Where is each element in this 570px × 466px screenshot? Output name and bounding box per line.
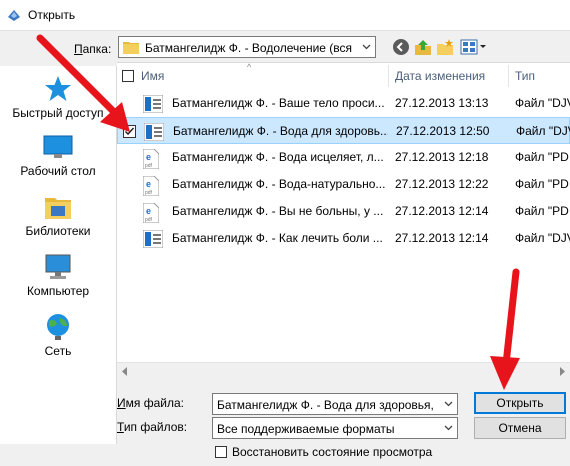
pdf-file-icon: epdf [142, 175, 160, 197]
filetype-value: Все поддерживаемые форматы [217, 422, 395, 436]
app-icon [8, 10, 20, 21]
pdf-file-icon: epdf [142, 202, 160, 224]
file-type: Файл "PD [515, 150, 569, 164]
title-bar: Открыть [0, 0, 570, 31]
column-divider[interactable] [388, 65, 389, 87]
scroll-left-icon[interactable] [121, 367, 129, 376]
djvu-file-icon [143, 122, 165, 142]
filetype-label: Тип файлов: [117, 420, 188, 434]
row-checkbox-checked-icon[interactable] [123, 125, 136, 138]
file-date: 27.12.2013 12:22 [395, 177, 489, 191]
file-name: Батмангелидж Ф. - Как лечить боли ... [172, 231, 383, 245]
file-name: Батмангелидж Ф. - Вода для здоровь... [173, 124, 388, 138]
file-date: 27.12.2013 12:14 [395, 204, 489, 218]
star-icon [45, 76, 71, 101]
place-computer[interactable]: Компьютер [0, 252, 116, 298]
file-date: 27.12.2013 12:14 [395, 231, 489, 245]
restore-view-checkbox[interactable] [215, 446, 227, 458]
filename-value: Батмангелидж Ф. - Вода для здоровья, 20 [217, 398, 437, 412]
desktop-icon [43, 135, 73, 158]
window-title: Открыть [28, 8, 76, 22]
column-header: ^ Имя Дата изменения Тип [117, 63, 570, 89]
select-all-checkbox[interactable] [122, 70, 134, 82]
svg-text:e: e [146, 206, 151, 216]
file-name: Батмангелидж Ф. - Ваше тело проси... [172, 96, 385, 110]
sort-caret-icon: ^ [247, 62, 252, 72]
horizontal-scrollbar[interactable] [117, 362, 570, 380]
place-label: Компьютер [26, 284, 90, 298]
filetype-select[interactable]: Все поддерживаемые форматы [212, 417, 458, 439]
file-name: Батмангелидж Ф. - Вода исцеляет, л... [172, 150, 384, 164]
folder-value: Батмангелидж Ф. - Водолечение (вся сери [145, 41, 353, 55]
chevron-down-icon[interactable] [444, 399, 453, 408]
column-divider[interactable] [508, 65, 509, 87]
column-name[interactable]: Имя [141, 69, 164, 83]
file-type: Файл "PD [515, 177, 569, 191]
view-menu-icon[interactable] [460, 38, 488, 56]
file-row[interactable]: e pdf Батмангелидж Ф. - Вы не больны, у ..… [117, 198, 570, 225]
file-row[interactable]: Батмангелидж Ф. - Вода для здоровь... 27.… [117, 117, 570, 144]
file-row[interactable]: Батмангелидж Ф. - Ваше тело проси... 27.1… [117, 90, 570, 117]
file-list[interactable]: ^ Имя Дата изменения Тип Батмангелидж Ф.… [117, 62, 570, 363]
network-icon [47, 314, 69, 340]
djvu-file-icon [142, 229, 164, 249]
svg-text:pdf: pdf [145, 190, 153, 196]
computer-icon [45, 254, 71, 279]
open-button[interactable]: Открыть [474, 392, 566, 414]
new-folder-icon[interactable] [436, 38, 454, 56]
place-libraries[interactable]: Библиотеки [0, 192, 116, 238]
file-row[interactable]: e pdf Батмангелидж Ф. - Вода исцеляет, л..… [117, 144, 570, 171]
file-name: Батмангелидж Ф. - Вы не больны, у ... [172, 204, 384, 218]
svg-text:e: e [146, 152, 151, 162]
file-date: 27.12.2013 12:18 [395, 150, 489, 164]
svg-text:pdf: pdf [145, 217, 153, 223]
file-name: Батмангелидж Ф. - Вода-натурально... [172, 177, 386, 191]
file-type: Файл "PD [515, 204, 569, 218]
folder-combo[interactable]: Батмангелидж Ф. - Водолечение (вся сери [118, 36, 376, 58]
file-type: Файл "DJV [515, 96, 570, 110]
file-row[interactable]: Батмангелидж Ф. - Как лечить боли ... 27.… [117, 225, 570, 252]
svg-text:pdf: pdf [145, 163, 153, 169]
chevron-down-icon [444, 425, 453, 431]
places-bar: Быстрый доступ Рабочий стол Библиотеки К… [0, 66, 117, 444]
up-folder-icon[interactable] [414, 38, 432, 56]
column-type[interactable]: Тип [515, 69, 535, 83]
back-icon[interactable] [392, 38, 410, 56]
folder-label: Папка: [74, 42, 112, 56]
place-label: Быстрый доступ [12, 106, 104, 120]
place-label: Библиотеки [25, 224, 91, 238]
filename-label: Имя файла: [117, 396, 184, 410]
place-network[interactable]: Сеть [0, 312, 116, 358]
pdf-file-icon: epdf [142, 148, 160, 170]
column-date[interactable]: Дата изменения [395, 69, 485, 83]
svg-text:e: e [146, 179, 151, 189]
folder-icon [123, 42, 139, 54]
file-date: 27.12.2013 13:13 [395, 96, 489, 110]
file-row[interactable]: e pdf Батмангелидж Ф. - Вода-натурально...… [117, 171, 570, 198]
place-quick-access[interactable]: Быстрый доступ [0, 74, 116, 120]
file-type: Файл "DJV [515, 231, 570, 245]
restore-view-label[interactable]: Восстановить состояние просмотра [232, 445, 432, 459]
file-date: 27.12.2013 12:50 [396, 124, 490, 138]
cancel-button[interactable]: Отмена [474, 417, 566, 439]
scroll-right-icon[interactable] [558, 367, 566, 376]
place-desktop[interactable]: Рабочий стол [0, 132, 116, 178]
libraries-icon [45, 198, 71, 219]
filename-input[interactable]: Батмангелидж Ф. - Вода для здоровья, 20 [212, 393, 458, 415]
djvu-file-icon [142, 94, 164, 114]
place-label: Сеть [44, 344, 72, 358]
file-type: Файл "DJV [516, 124, 570, 138]
chevron-down-icon [362, 44, 371, 50]
bottom-panel: Имя файла: Батмангелидж Ф. - Вода для зд… [117, 380, 570, 466]
place-label: Рабочий стол [20, 164, 96, 178]
